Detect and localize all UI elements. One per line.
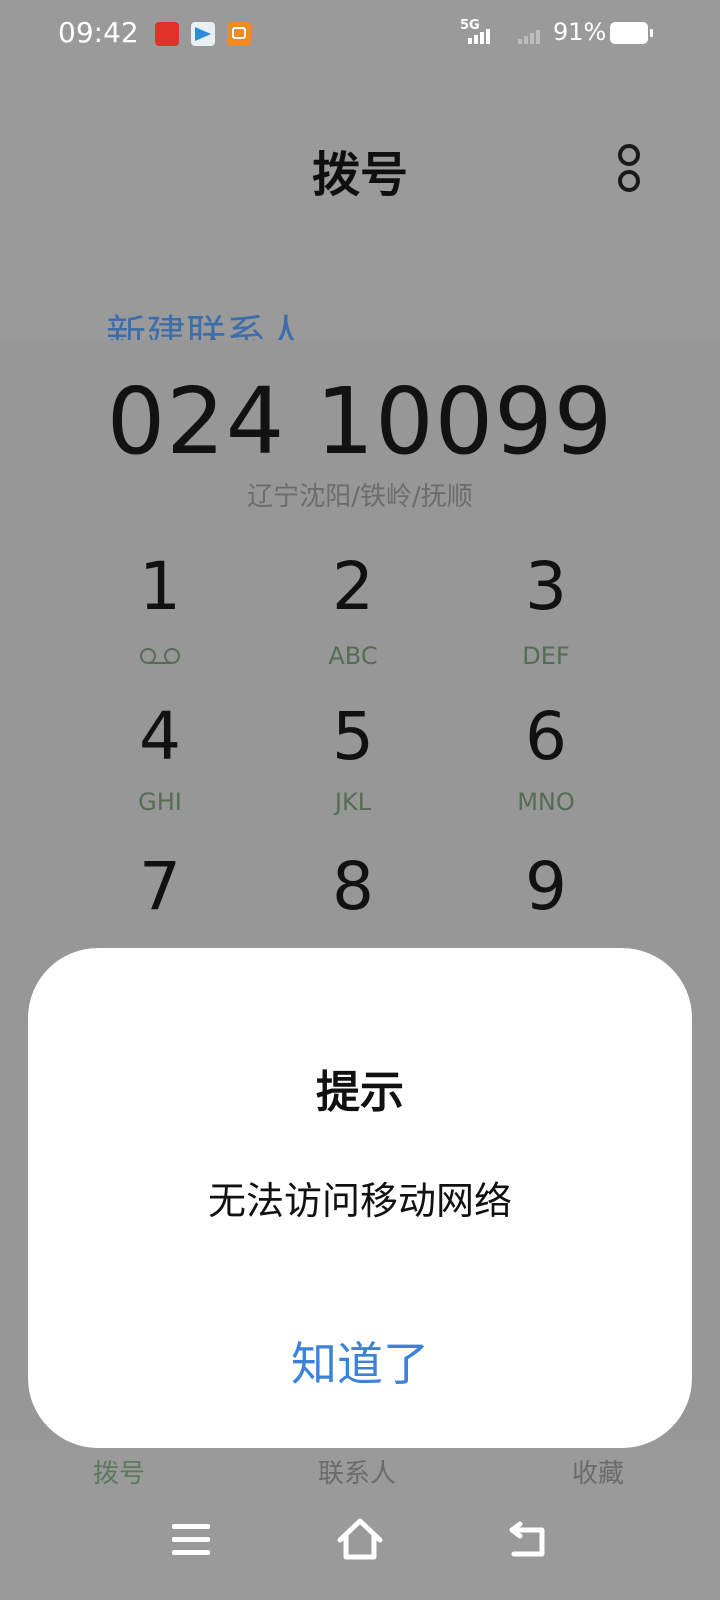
dialed-number: 024 10099 [106, 368, 614, 475]
key-3[interactable]: 3 DEF [446, 548, 646, 678]
key-letters: MNO [517, 788, 575, 816]
key-2[interactable]: 2 ABC [253, 548, 453, 678]
key-digit: 9 [525, 848, 567, 925]
key-digit: 6 [525, 698, 567, 775]
key-digit: 1 [139, 548, 181, 625]
telegram-icon [191, 22, 215, 46]
menu-icon[interactable] [172, 1524, 210, 1556]
key-1[interactable]: 1 [60, 548, 260, 678]
status-time: 09:42 [58, 16, 139, 49]
number-location: 辽宁沈阳/铁岭/抚顺 [247, 482, 473, 512]
battery-percent: 91% [553, 18, 607, 46]
home-icon[interactable] [336, 1516, 384, 1562]
dialog-title: 提示 [316, 1067, 404, 1118]
dialog-ok-button[interactable]: 知道了 [28, 1328, 692, 1394]
key-digit: 5 [332, 698, 374, 775]
alert-dialog: 提示 无法访问移动网络 知道了 [28, 948, 692, 1448]
key-letters: ABC [328, 642, 378, 670]
key-digit: 2 [332, 548, 374, 625]
video-app-icon [155, 22, 179, 46]
signal-strength-icon [518, 20, 548, 48]
key-4[interactable]: 4 GHI [60, 698, 260, 828]
shopping-app-icon [227, 22, 251, 46]
key-letters: GHI [138, 788, 182, 816]
key-digit: 8 [332, 848, 374, 925]
tab-dial[interactable]: 拨号 [93, 1453, 145, 1490]
network-type-label: 5G [460, 18, 480, 33]
status-bar: 09:42 5G 91% [0, 0, 720, 70]
key-6[interactable]: 6 MNO [446, 698, 646, 828]
key-letters: DEF [522, 642, 570, 670]
key-5[interactable]: 5 JKL [253, 698, 453, 828]
key-letters: JKL [334, 788, 372, 816]
more-options-icon[interactable] [612, 140, 648, 196]
battery-icon [610, 22, 653, 44]
dialog-message: 无法访问移动网络 [207, 1179, 512, 1223]
new-contact-link[interactable]: 新建联系人 [106, 302, 306, 342]
back-icon[interactable] [508, 1520, 548, 1558]
tab-contacts[interactable]: 联系人 [318, 1453, 396, 1490]
key-digit: 7 [139, 848, 181, 925]
signal-5g-icon: 5G [460, 18, 500, 48]
key-digit: 4 [139, 698, 181, 775]
tab-favorites[interactable]: 收藏 [572, 1453, 624, 1490]
voicemail-icon [140, 648, 180, 664]
key-digit: 3 [525, 548, 567, 625]
